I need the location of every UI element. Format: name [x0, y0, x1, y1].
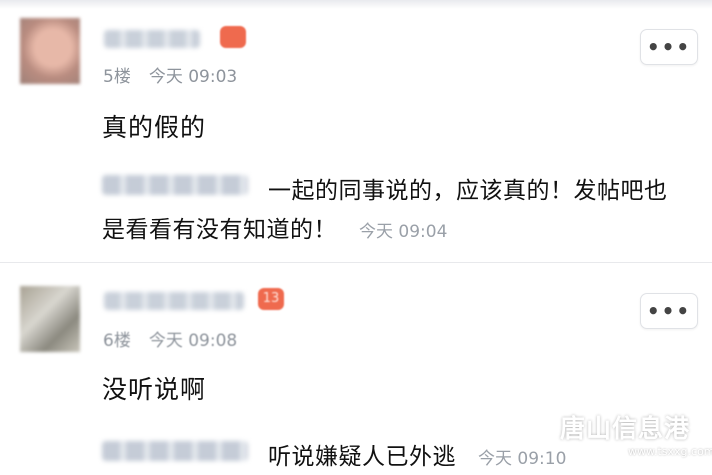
reply-text-line1: 一起的同事说的，应该真的！发帖吧也 [268, 178, 668, 204]
top-shade [0, 0, 712, 9]
more-options-button[interactable]: ••• [640, 29, 698, 65]
more-dots-icon: ••• [646, 299, 692, 323]
reply-text: 听说嫌疑人已外逃 [268, 444, 456, 470]
comment-content: 真的假的 [102, 113, 207, 142]
reply-text: 是看看有没有知道的！ [102, 217, 337, 243]
watermark-url: www.tsxxg.com [628, 445, 712, 458]
comment-content: 没听说啊 [102, 375, 207, 404]
reply-time: 今天 09:04 [359, 222, 448, 242]
floor-number: 5楼 [103, 67, 131, 87]
reply-text-line1: 听说嫌疑人已外逃 今天 09:10 [268, 437, 566, 471]
reply-username-blurred[interactable] [102, 441, 248, 461]
post-meta: 5楼 今天 09:03 [103, 62, 237, 87]
post-meta: 6楼 今天 09:08 [103, 326, 237, 351]
reply-username-blurred[interactable] [102, 175, 248, 195]
more-dots-icon: ••• [646, 35, 692, 59]
avatar[interactable] [20, 286, 80, 352]
username-blurred[interactable] [104, 30, 200, 48]
post-time: 今天 09:08 [148, 331, 238, 351]
divider [0, 262, 712, 263]
level-badge [220, 26, 246, 48]
level-badge: 13 [258, 288, 284, 310]
reply-text-line2: 是看看有没有知道的！ 今天 09:04 [102, 210, 447, 244]
username-blurred[interactable] [104, 292, 244, 310]
reply-time: 今天 09:10 [478, 449, 567, 469]
floor-number: 6楼 [103, 331, 131, 351]
post-time: 今天 09:03 [148, 67, 238, 87]
watermark-title: 唐山信息港 [560, 414, 691, 443]
avatar[interactable] [20, 18, 80, 84]
more-options-button[interactable]: ••• [640, 293, 698, 329]
